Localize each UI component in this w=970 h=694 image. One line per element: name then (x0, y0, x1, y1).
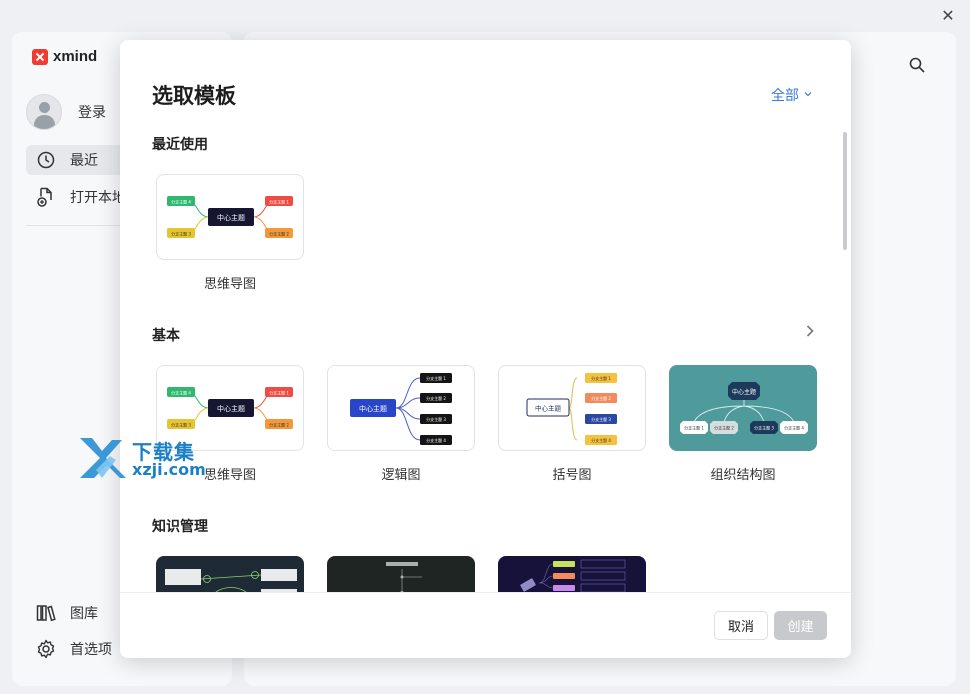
thumb-branch-text: 分支主题 4 (171, 390, 191, 396)
template-dialog: 选取模板 全部 最近使用 中心主题 分支主题 4 分支主题 3 分支主题 1 分… (120, 40, 851, 658)
filter-dropdown[interactable]: 全部 (771, 85, 813, 105)
template-card-label: 组织结构图 (710, 468, 776, 483)
login-label: 登录 (78, 105, 106, 121)
thumb-branch-text: 分支主题 3 (754, 425, 774, 431)
template-thumbnail: 中心主题 分支主题 1 分支主题 2 分支主题 3 分支主题 4 (498, 365, 646, 451)
search-icon[interactable] (908, 56, 926, 74)
thumb-branch-text: 分支主题 4 (426, 437, 446, 443)
watermark-logo-icon (80, 438, 126, 478)
template-thumbnail (327, 556, 475, 592)
thumb-center-text: 中心主题 (535, 404, 562, 413)
template-card-knowledge-1[interactable] (156, 556, 304, 592)
template-card-brace-map[interactable]: 中心主题 分支主题 1 分支主题 2 分支主题 3 分支主题 4 括号图 (498, 365, 646, 483)
template-card-logic-chart[interactable]: 中心主题 分支主题 1 分支主题 2 分支主题 3 分支主题 4 逻辑图 (327, 365, 475, 483)
template-card-label: 逻辑图 (381, 468, 421, 483)
avatar (26, 94, 62, 130)
thumb-center-text: 中心主题 (217, 213, 245, 222)
app-logo: xmind (32, 48, 97, 65)
library-icon (36, 603, 56, 623)
thumb-branch-text: 分支主题 4 (784, 425, 804, 431)
scrollbar[interactable] (843, 132, 847, 250)
sidebar-item-label: 图库 (70, 606, 98, 622)
thumb-branch-text: 分支主题 2 (591, 395, 611, 401)
thumb-center-text: 中心主题 (359, 404, 387, 413)
xmind-logo-icon (32, 48, 48, 65)
thumb-branch-text: 分支主题 1 (269, 199, 289, 205)
thumb-center-text: 中心主题 (217, 404, 245, 413)
filter-label: 全部 (771, 88, 799, 104)
thumb-branch-text: 分支主题 2 (714, 425, 734, 431)
thumb-branch-text: 分支主题 4 (591, 437, 611, 443)
sidebar-item-label: 最近 (70, 153, 98, 169)
template-card-recent-mindmap[interactable]: 中心主题 分支主题 4 分支主题 3 分支主题 1 分支主题 2 思维导图 (156, 174, 304, 292)
section-title-basic: 基本 (152, 328, 180, 344)
template-thumbnail (156, 556, 304, 592)
thumb-branch-text: 分支主题 1 (684, 425, 704, 431)
section-title-knowledge: 知识管理 (152, 519, 208, 535)
sidebar-item-label: 首选项 (70, 642, 112, 658)
thumb-branch-text: 分支主题 1 (426, 375, 446, 381)
clock-icon (36, 150, 56, 170)
thumb-branch-text: 分支主题 2 (426, 395, 446, 401)
thumb-branch-text: 分支主题 3 (171, 231, 191, 237)
template-thumbnail: 中心主题 分支主题 1 分支主题 2 分支主题 3 分支主题 4 (669, 365, 817, 451)
window-close-icon[interactable]: ✕ (940, 8, 956, 24)
create-button[interactable]: 创建 (774, 611, 827, 640)
cancel-button[interactable]: 取消 (714, 611, 768, 640)
thumb-branch-text: 分支主题 2 (269, 231, 289, 237)
template-scroll-area[interactable]: 最近使用 中心主题 分支主题 4 分支主题 3 分支主题 1 分支主题 2 思维… (120, 120, 851, 592)
dialog-footer: 取消 创建 (120, 592, 851, 658)
template-thumbnail: 中心主题 分支主题 1 分支主题 2 分支主题 3 分支主题 4 (327, 365, 475, 451)
thumb-branch-text: 分支主题 3 (171, 422, 191, 428)
watermark: 下载集 xzji.com (76, 436, 226, 484)
thumb-branch-text: 分支主题 3 (591, 416, 611, 422)
login-button[interactable]: 登录 (26, 94, 106, 130)
thumb-branch-text: 分支主题 1 (269, 390, 289, 396)
template-thumbnail (498, 556, 646, 592)
template-card-org-chart[interactable]: 中心主题 分支主题 1 分支主题 2 分支主题 3 分支主题 4 组织结构图 (669, 365, 817, 483)
thumb-center-text: 中心主题 (732, 388, 756, 396)
sidebar-item-label: 打开本地 (70, 190, 126, 206)
file-plus-icon (36, 187, 56, 207)
section-title-recent: 最近使用 (152, 137, 208, 153)
dialog-title: 选取模板 (152, 84, 236, 108)
thumb-branch-text: 分支主题 2 (269, 422, 289, 428)
gear-icon (36, 639, 56, 659)
template-card-knowledge-3[interactable] (498, 556, 646, 592)
thumb-branch-text: 分支主题 4 (171, 199, 191, 205)
app-logo-text: xmind (53, 48, 98, 65)
thumb-branch-text: 分支主题 3 (426, 416, 446, 422)
template-thumbnail: 中心主题 分支主题 4 分支主题 3 分支主题 1 分支主题 2 (156, 174, 304, 260)
template-card-knowledge-2[interactable] (327, 556, 475, 592)
chevron-right-icon[interactable] (805, 324, 815, 342)
chevron-down-icon (803, 87, 813, 103)
template-card-label: 思维导图 (203, 277, 256, 292)
template-card-label: 括号图 (552, 468, 592, 483)
thumb-branch-text: 分支主题 1 (591, 375, 611, 381)
watermark-url: xzji.com (132, 460, 206, 479)
